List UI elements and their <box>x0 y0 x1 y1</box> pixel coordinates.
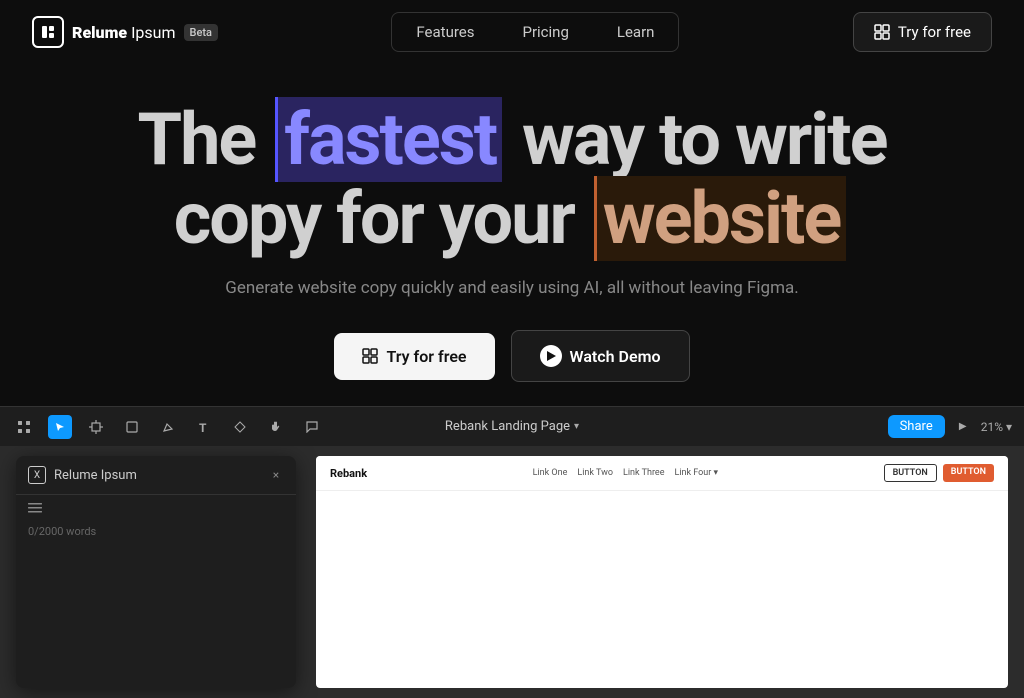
nav-links: Features Pricing Learn <box>391 12 679 52</box>
hero-watch-demo-button[interactable]: Watch Demo <box>511 330 690 382</box>
figma-tool-grid[interactable] <box>12 415 36 439</box>
webpage-btn-outline: BUTTON <box>884 464 937 482</box>
webpage-nav: Rebank Link One Link Two Link Three Link… <box>316 456 1008 491</box>
webpage-btn-filled: BUTTON <box>943 464 994 482</box>
figma-zoom-level[interactable]: 21% ▾ <box>981 420 1012 434</box>
panel-logo-icon: X <box>28 466 46 484</box>
figma-tool-pen[interactable] <box>156 415 180 439</box>
nav-try-free-button[interactable]: Try for free <box>853 12 992 52</box>
figma-right-controls: Share ▶ 21% ▾ <box>888 415 1012 438</box>
figma-title-text: Rebank Landing Page <box>445 419 570 434</box>
figma-tool-frame[interactable] <box>84 415 108 439</box>
hero-subtitle: Generate website copy quickly and easily… <box>20 278 1004 298</box>
headline-website: website <box>594 176 847 261</box>
webpage-link-4: Link Four ▾ <box>674 468 718 478</box>
figma-tool-comment[interactable] <box>300 415 324 439</box>
headline-line2-before: copy for your <box>174 176 590 261</box>
try-free-btn-label: Try for free <box>386 347 466 366</box>
grid-icon-primary <box>362 348 378 364</box>
grid-icon <box>874 24 890 40</box>
webpage-buttons: BUTTON BUTTON <box>884 464 994 482</box>
figma-canvas: X Relume Ipsum × 0/2000 words Rebank Lin… <box>0 446 1024 698</box>
play-triangle <box>547 351 556 361</box>
figma-canvas-title: Rebank Landing Page ▾ <box>445 419 579 434</box>
panel-header: X Relume Ipsum × <box>16 456 296 495</box>
headline-line1-after: way to write <box>506 97 886 182</box>
webpage-link-3: Link Three <box>623 468 664 478</box>
headline-line1-before: The <box>137 97 271 182</box>
brand-name: Relume Ipsum <box>72 23 176 42</box>
webpage-link-2: Link Two <box>577 468 613 478</box>
svg-text:T: T <box>199 421 207 433</box>
plugin-panel: X Relume Ipsum × 0/2000 words <box>16 456 296 688</box>
nav-features[interactable]: Features <box>392 13 498 51</box>
hero-headline: The fastest way to write copy for your w… <box>20 100 1004 258</box>
webpage-link-1: Link One <box>533 468 568 478</box>
logo-icon <box>32 16 64 48</box>
hero-buttons: Try for free Watch Demo <box>20 330 1004 382</box>
figma-play-button[interactable]: ▶ <box>953 417 973 437</box>
webpage-links: Link One Link Two Link Three Link Four ▾ <box>533 468 718 478</box>
figma-tool-shape[interactable] <box>120 415 144 439</box>
chevron-down-icon[interactable]: ▾ <box>574 421 579 432</box>
figma-tool-text[interactable]: T <box>192 415 216 439</box>
beta-badge: Beta <box>184 24 218 41</box>
try-free-label: Try for free <box>898 23 971 41</box>
figma-tool-component[interactable] <box>228 415 252 439</box>
play-icon <box>540 345 562 367</box>
nav-pricing[interactable]: Pricing <box>498 13 592 51</box>
headline-fastest: fastest <box>275 97 502 182</box>
navbar: Relume Ipsum Beta Features Pricing Learn… <box>0 0 1024 64</box>
webpage-preview: Rebank Link One Link Two Link Three Link… <box>316 456 1008 688</box>
panel-menu-icon <box>16 495 296 521</box>
panel-title: Relume Ipsum <box>54 468 260 483</box>
watch-demo-label: Watch Demo <box>570 347 661 366</box>
panel-word-count: 0/2000 words <box>16 521 296 542</box>
logo-area: Relume Ipsum Beta <box>32 16 218 48</box>
zoom-value: 21% <box>981 420 1003 434</box>
hero-section: The fastest way to write copy for your w… <box>0 64 1024 406</box>
nav-learn[interactable]: Learn <box>593 13 679 51</box>
webpage-brand: Rebank <box>330 467 367 480</box>
hero-try-free-button[interactable]: Try for free <box>334 333 494 380</box>
figma-toolbar: T Rebank Landing Page ▾ Share ▶ 21% ▾ <box>0 406 1024 446</box>
panel-close-button[interactable]: × <box>268 467 284 483</box>
figma-tool-hand[interactable] <box>264 415 288 439</box>
figma-share-button[interactable]: Share <box>888 415 945 438</box>
figma-tool-select[interactable] <box>48 415 72 439</box>
